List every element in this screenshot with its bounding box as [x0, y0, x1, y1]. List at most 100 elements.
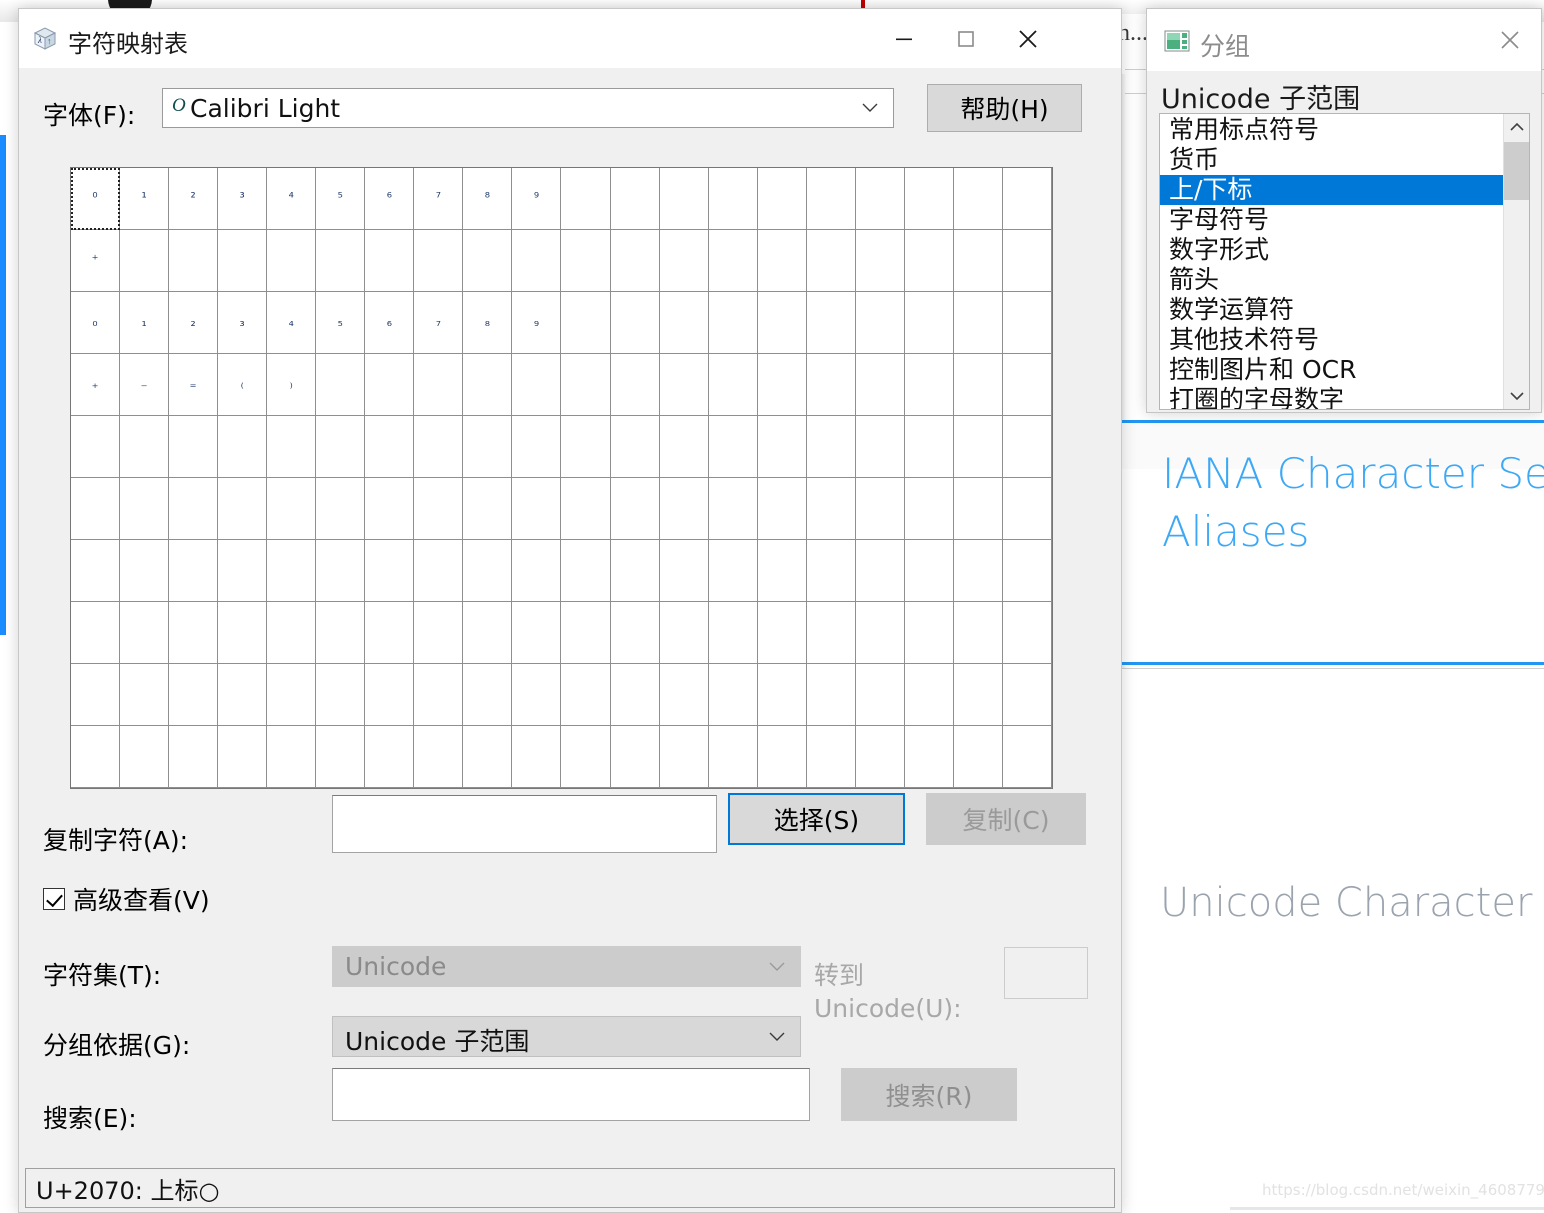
character-cell[interactable]: [659, 726, 709, 788]
character-cell[interactable]: [120, 602, 170, 664]
character-cell[interactable]: [120, 230, 170, 292]
character-cell[interactable]: [757, 168, 807, 230]
character-cell[interactable]: [610, 168, 660, 230]
character-cell[interactable]: [757, 602, 807, 664]
character-cell[interactable]: [414, 540, 464, 602]
character-cell[interactable]: ₆: [365, 292, 415, 354]
character-cell[interactable]: ₃: [218, 292, 268, 354]
character-cell[interactable]: [71, 540, 121, 602]
character-cell[interactable]: [267, 664, 317, 726]
character-cell[interactable]: [512, 664, 562, 726]
character-cell[interactable]: [610, 478, 660, 540]
character-cell[interactable]: [218, 416, 268, 478]
character-cell[interactable]: [953, 664, 1003, 726]
character-cell[interactable]: [757, 540, 807, 602]
group-list-item[interactable]: 字母符号: [1160, 205, 1503, 235]
character-cell[interactable]: [757, 292, 807, 354]
character-cell[interactable]: [757, 354, 807, 416]
character-cell[interactable]: [953, 168, 1003, 230]
character-cell[interactable]: [806, 664, 856, 726]
character-cell[interactable]: [757, 726, 807, 788]
character-cell[interactable]: [218, 230, 268, 292]
character-cell[interactable]: [659, 230, 709, 292]
character-cell[interactable]: ⁺: [71, 230, 121, 292]
character-cell[interactable]: ³: [218, 168, 268, 230]
character-cell[interactable]: ⁴: [267, 168, 317, 230]
character-cell[interactable]: ⁰: [71, 168, 121, 230]
character-cell[interactable]: [561, 602, 611, 664]
character-cell[interactable]: [365, 354, 415, 416]
character-cell[interactable]: [463, 354, 513, 416]
character-cell[interactable]: [708, 602, 758, 664]
character-cell[interactable]: [414, 354, 464, 416]
character-cell[interactable]: [512, 726, 562, 788]
character-cell[interactable]: [953, 478, 1003, 540]
character-cell[interactable]: ⁸: [463, 168, 513, 230]
character-cell[interactable]: [561, 478, 611, 540]
character-cell[interactable]: [169, 726, 219, 788]
group-dialog-close-button[interactable]: [1479, 9, 1541, 71]
character-cell[interactable]: [365, 602, 415, 664]
group-dialog-title-bar[interactable]: 分组: [1147, 9, 1541, 71]
character-cell[interactable]: [806, 354, 856, 416]
character-cell[interactable]: [463, 726, 513, 788]
character-cell[interactable]: ⁷: [414, 168, 464, 230]
character-cell[interactable]: [218, 726, 268, 788]
character-cell[interactable]: [267, 416, 317, 478]
character-cell[interactable]: [904, 540, 954, 602]
character-cell[interactable]: ₎: [267, 354, 317, 416]
scrollbar-down-button[interactable]: [1504, 383, 1529, 409]
character-cell[interactable]: [120, 726, 170, 788]
character-cell[interactable]: [316, 478, 366, 540]
character-cell[interactable]: [1002, 726, 1052, 788]
group-list-item[interactable]: 上/下标: [1160, 175, 1503, 205]
character-cell[interactable]: [218, 664, 268, 726]
character-cell[interactable]: [806, 540, 856, 602]
character-cell[interactable]: [267, 478, 317, 540]
character-cell[interactable]: [120, 540, 170, 602]
character-cell[interactable]: [610, 726, 660, 788]
group-list-item[interactable]: 数字形式: [1160, 235, 1503, 265]
help-button[interactable]: 帮助(H): [927, 84, 1082, 132]
character-cell[interactable]: ₋: [120, 354, 170, 416]
character-cell[interactable]: [414, 726, 464, 788]
character-cell[interactable]: [414, 478, 464, 540]
character-cell[interactable]: [855, 354, 905, 416]
character-cell[interactable]: ₄: [267, 292, 317, 354]
scrollbar-up-button[interactable]: [1504, 114, 1529, 140]
character-cell[interactable]: [120, 416, 170, 478]
scrollbar-thumb[interactable]: [1504, 142, 1529, 200]
character-cell[interactable]: [610, 354, 660, 416]
group-list-item[interactable]: 箭头: [1160, 265, 1503, 295]
character-cell[interactable]: [659, 168, 709, 230]
character-cell[interactable]: [953, 540, 1003, 602]
character-cell[interactable]: [757, 478, 807, 540]
character-cell[interactable]: [512, 540, 562, 602]
character-cell[interactable]: [855, 540, 905, 602]
character-cell[interactable]: [169, 602, 219, 664]
character-cell[interactable]: [365, 478, 415, 540]
character-cell[interactable]: [610, 292, 660, 354]
character-cell[interactable]: [1002, 168, 1052, 230]
character-cell[interactable]: [512, 602, 562, 664]
character-cell[interactable]: ₌: [169, 354, 219, 416]
character-cell[interactable]: [1002, 354, 1052, 416]
character-cell[interactable]: ₉: [512, 292, 562, 354]
character-cell[interactable]: [218, 602, 268, 664]
character-cell[interactable]: ₀: [71, 292, 121, 354]
character-cell[interactable]: [120, 478, 170, 540]
character-cell[interactable]: [120, 664, 170, 726]
character-cell[interactable]: [561, 726, 611, 788]
group-by-combobox[interactable]: Unicode 子范围: [332, 1016, 801, 1057]
character-cell[interactable]: [512, 230, 562, 292]
character-cell[interactable]: [218, 540, 268, 602]
group-list-item[interactable]: 打圈的字母数字: [1160, 385, 1503, 409]
character-cell[interactable]: ₈: [463, 292, 513, 354]
character-cell[interactable]: [561, 354, 611, 416]
character-cell[interactable]: [708, 168, 758, 230]
character-cell[interactable]: [316, 540, 366, 602]
search-input[interactable]: [332, 1068, 810, 1121]
character-cell[interactable]: [904, 416, 954, 478]
character-cell[interactable]: [71, 478, 121, 540]
character-cell[interactable]: [1002, 478, 1052, 540]
